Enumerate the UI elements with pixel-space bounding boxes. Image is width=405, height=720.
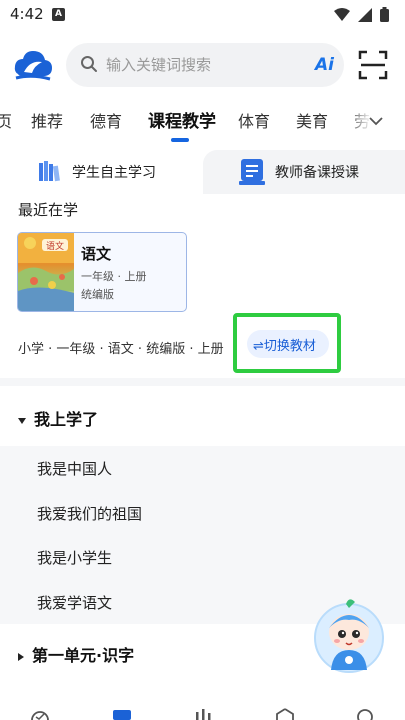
nav-courses-icon[interactable]	[112, 708, 132, 720]
textbook-breadcrumb: 小学 · 一年级 · 语文 · 统编版 · 上册	[18, 342, 224, 357]
recent-course-card[interactable]: 语文 语文 一年级 · 上册 统编版	[17, 232, 187, 312]
unit-title: 第一单元·识字	[32, 646, 135, 665]
course-edition: 统编版	[81, 288, 114, 301]
app-logo-icon[interactable]	[12, 48, 54, 82]
switch-textbook-label: ⇌切换教材	[253, 339, 316, 354]
caret-right-icon	[18, 652, 24, 661]
nav-profile-icon[interactable]	[355, 708, 375, 720]
scan-icon[interactable]	[358, 50, 388, 80]
caret-down-icon	[18, 417, 26, 424]
battery-icon	[380, 7, 389, 22]
status-bar: 4:42 A	[0, 0, 405, 30]
lesson-item[interactable]: 我爱我们的祖国	[37, 503, 142, 524]
course-title: 语文	[81, 245, 112, 263]
section-divider	[0, 378, 405, 386]
tab-art[interactable]: 美育	[296, 108, 328, 132]
cover-illustration: 语文	[18, 233, 74, 311]
switch-textbook-button[interactable]: ⇌切换教材	[247, 330, 329, 358]
lesson-item[interactable]: 我爱学语文	[37, 592, 112, 613]
mode-student-label: 学生自主学习	[72, 165, 156, 181]
nav-discover-icon[interactable]	[275, 708, 295, 720]
tab-moral[interactable]: 德育	[90, 108, 122, 132]
unit-title: 我上学了	[34, 410, 99, 429]
app-root: 4:42 A Ai 页 推荐 德育 课程教学 体育 美育 劳	[0, 0, 405, 720]
textbook-cover: 语文	[18, 233, 74, 311]
tab-home[interactable]: 页	[0, 108, 12, 132]
mode-tab-teacher[interactable]: 教师备课授课	[203, 150, 405, 194]
ai-assistant-button[interactable]: Ai	[315, 55, 334, 75]
course-grade: 一年级 · 上册	[81, 270, 147, 283]
tab-sports[interactable]: 体育	[238, 108, 270, 132]
mode-tab-student[interactable]: 学生自主学习	[0, 150, 203, 194]
nav-home-icon[interactable]	[30, 708, 50, 720]
lesson-item[interactable]: 我是小学生	[37, 547, 112, 568]
status-icons	[334, 7, 389, 22]
active-tab-indicator	[171, 138, 189, 142]
cover-title: 语文	[46, 240, 64, 252]
nav-stats-icon[interactable]	[193, 708, 213, 720]
status-time: 4:42	[10, 5, 44, 23]
lesson-item[interactable]: 我是中国人	[37, 458, 112, 479]
recent-title: 最近在学	[18, 201, 79, 219]
tab-recommend[interactable]: 推荐	[31, 108, 63, 132]
mascot-assistant-icon[interactable]	[313, 598, 385, 676]
wifi-icon	[334, 7, 350, 21]
search-bar[interactable]: Ai	[66, 43, 344, 87]
mode-teacher-label: 教师备课授课	[275, 165, 359, 181]
signal-icon	[358, 7, 372, 22]
books-icon	[39, 161, 60, 182]
tab-course-teaching[interactable]: 课程教学	[148, 107, 216, 132]
unit-header-expanded[interactable]: 我上学了	[18, 406, 98, 430]
search-input[interactable]	[106, 53, 296, 77]
unit-header-collapsed[interactable]: 第一单元·识字	[18, 642, 134, 666]
chevron-down-icon[interactable]	[367, 112, 385, 130]
search-icon	[81, 56, 97, 72]
highlight-box: ⇌切换教材	[233, 313, 341, 373]
teaching-board-icon	[239, 159, 265, 185]
notification-app-icon: A	[52, 8, 65, 21]
